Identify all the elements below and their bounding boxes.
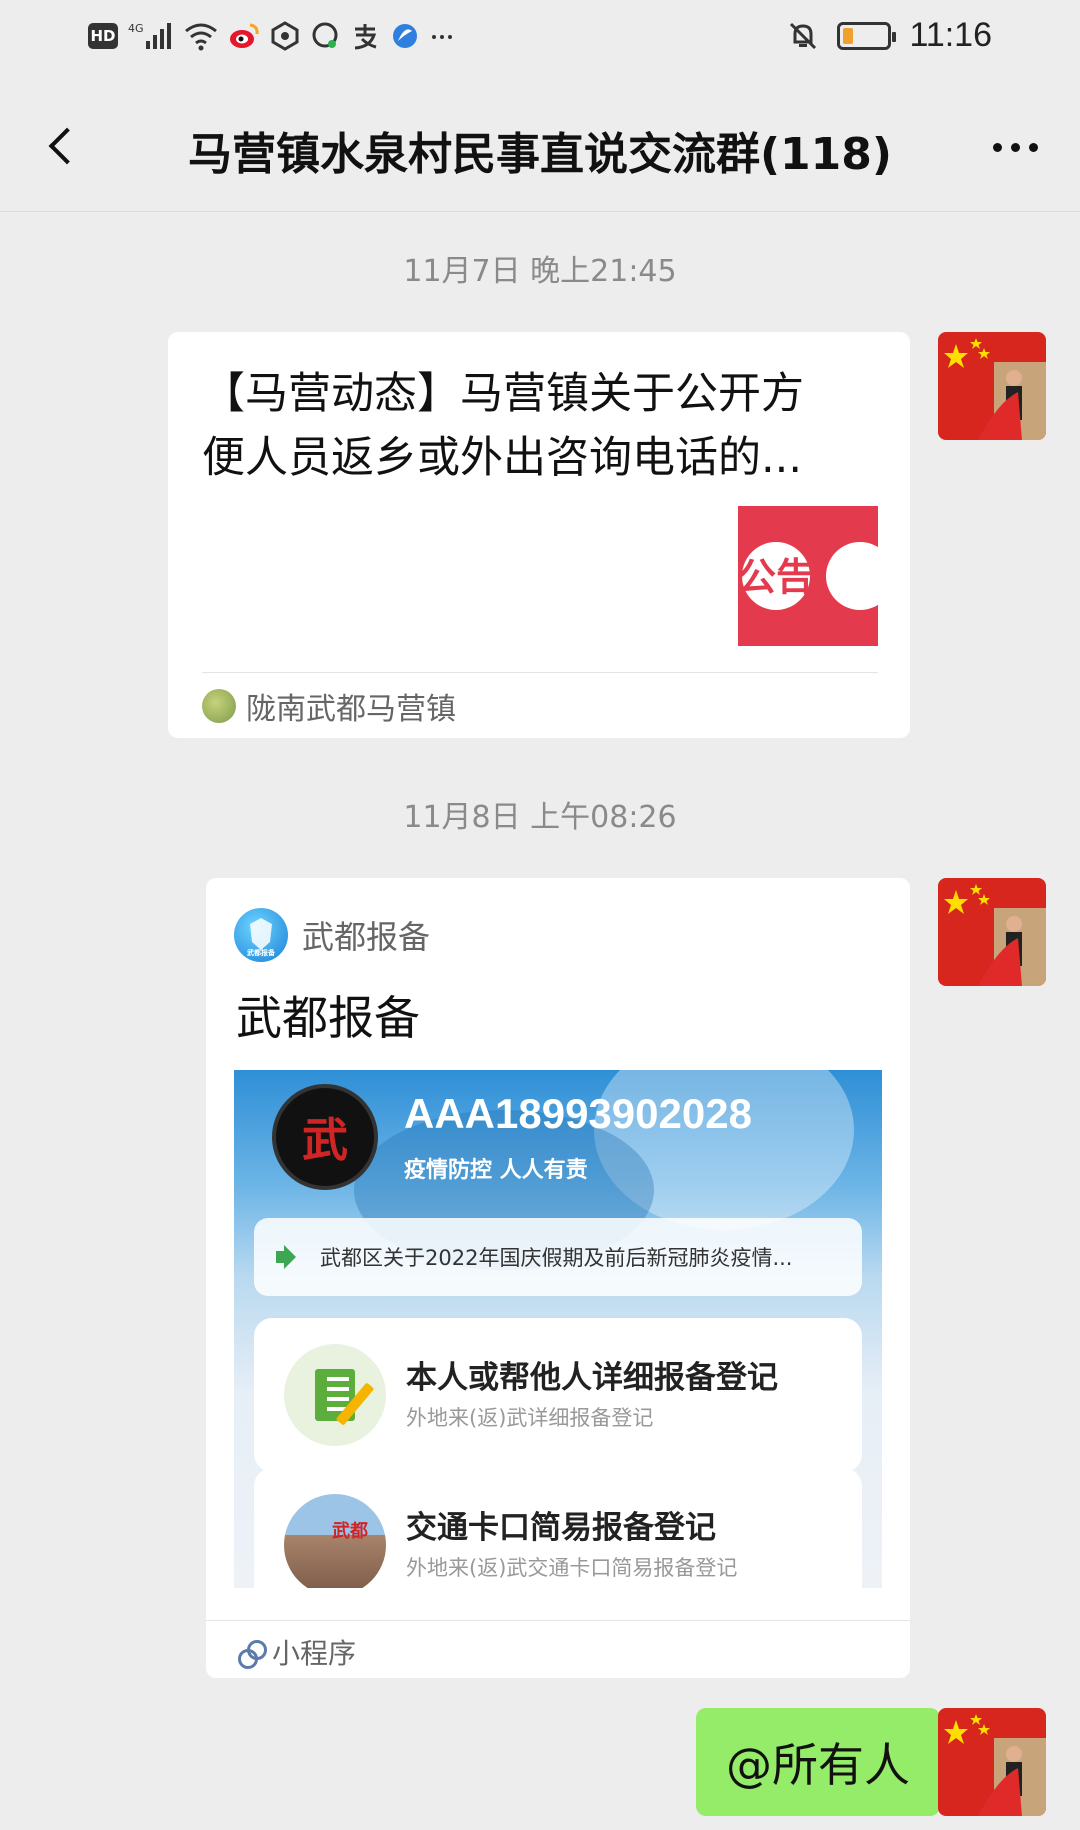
- battery-icon: [837, 21, 897, 50]
- preview-item-title: 交通卡口简易报备登记: [406, 1510, 716, 1546]
- article-source: 陇南武都马营镇: [202, 684, 456, 728]
- divider: [206, 1620, 910, 1621]
- more-options-button[interactable]: [980, 124, 1050, 170]
- message-timestamp: 11月7日 晚上21:45: [403, 254, 677, 289]
- more-dot: [1010, 142, 1020, 152]
- browser-icon: [390, 20, 420, 52]
- preview-number: AAA18993902028: [404, 1090, 752, 1137]
- checkpoint-photo-icon: 武都: [284, 1494, 386, 1588]
- chat-app-icon: [310, 20, 340, 52]
- text-message-bubble[interactable]: @所有人: [696, 1708, 954, 1816]
- clock: 11:16: [909, 16, 992, 54]
- mini-program-header: 武都报备 武都报备: [234, 908, 430, 962]
- sender-avatar[interactable]: [938, 332, 1046, 440]
- article-thumbnail: 公告: [738, 506, 878, 646]
- checkpoint-photo-text: 武都: [332, 1521, 368, 1542]
- preview-menu-item: 武都 交通卡口简易报备登记 外地来(返)武交通卡口简易报备登记: [254, 1468, 862, 1588]
- mini-program-preview: 武 AAA18993902028 疫情防控 人人有责 武都区关于2022年国庆假…: [234, 1070, 882, 1588]
- preview-emblem: 武: [272, 1084, 378, 1190]
- chat-header: 马营镇水泉村民事直说交流群(118): [0, 84, 1080, 212]
- weibo-icon: [228, 20, 260, 52]
- chevron-left-icon: [48, 127, 86, 165]
- signal-icon: 4G: [128, 20, 174, 52]
- status-bar: HD 4G 11:16: [0, 0, 1080, 84]
- alipay-icon: [350, 20, 380, 52]
- notebook-icon: [284, 1344, 386, 1446]
- svg-text:4G: 4G: [128, 22, 144, 35]
- preview-menu-item: 本人或帮他人详细报备登记 外地来(返)武详细报备登记: [254, 1318, 862, 1472]
- message-text: @所有人: [726, 1738, 910, 1792]
- svg-text:公告: 公告: [738, 555, 814, 599]
- article-title: 【马营动态】马营镇关于公开方便人员返乡或外出咨询电话的...: [202, 369, 804, 483]
- preview-item-title: 本人或帮他人详细报备登记: [406, 1360, 778, 1396]
- source-name: 陇南武都马营镇: [246, 692, 456, 727]
- chat-title: 马营镇水泉村民事直说交流群(118): [187, 129, 893, 180]
- preview-slogan: 疫情防控 人人有责: [404, 1158, 588, 1183]
- status-icons-right: 11:16: [787, 16, 992, 55]
- preview-emblem-text: 武: [302, 1113, 348, 1167]
- hd-icon: HD: [88, 23, 118, 49]
- mini-program-title: 武都报备: [236, 991, 420, 1045]
- message-timestamp: 11月8日 上午08:26: [403, 800, 677, 835]
- mini-program-name: 武都报备: [302, 918, 431, 956]
- sender-avatar[interactable]: [938, 1708, 1046, 1816]
- preview-notice-text: 武都区关于2022年国庆假期及前后新冠肺炎疫情...: [320, 1246, 793, 1270]
- more-dot: [1028, 142, 1038, 152]
- divider: [202, 672, 878, 673]
- status-icons-left: HD 4G: [88, 20, 454, 52]
- svg-text:武都报备: 武都报备: [247, 948, 276, 957]
- preview-item-subtitle: 外地来(返)武交通卡口简易报备登记: [406, 1556, 738, 1580]
- mini-program-link-icon: [236, 1638, 267, 1669]
- source-avatar-icon: [202, 689, 236, 723]
- mini-program-label: 小程序: [272, 1637, 357, 1670]
- wifi-icon: [184, 20, 218, 52]
- mini-program-footer: 小程序: [236, 1632, 356, 1672]
- sender-avatar[interactable]: [938, 878, 1046, 986]
- more-notifications-icon: [430, 20, 454, 52]
- app-hexagon-icon: [270, 20, 300, 52]
- back-button[interactable]: [30, 114, 94, 178]
- mini-program-card[interactable]: 武都报备 武都报备 武都报备 武 AAA18993902028 疫情防控 人人有…: [206, 878, 910, 1678]
- preview-item-subtitle: 外地来(返)武详细报备登记: [406, 1406, 654, 1430]
- more-dots-icon: [992, 142, 1002, 152]
- mini-program-logo-icon: 武都报备: [234, 908, 288, 962]
- mute-bell-icon: [787, 20, 819, 52]
- preview-notice-bar: 武都区关于2022年国庆假期及前后新冠肺炎疫情...: [254, 1218, 862, 1296]
- article-card[interactable]: 【马营动态】马营镇关于公开方便人员返乡或外出咨询电话的... 公告 陇南武都马营…: [168, 332, 910, 738]
- speaker-icon: [276, 1245, 306, 1269]
